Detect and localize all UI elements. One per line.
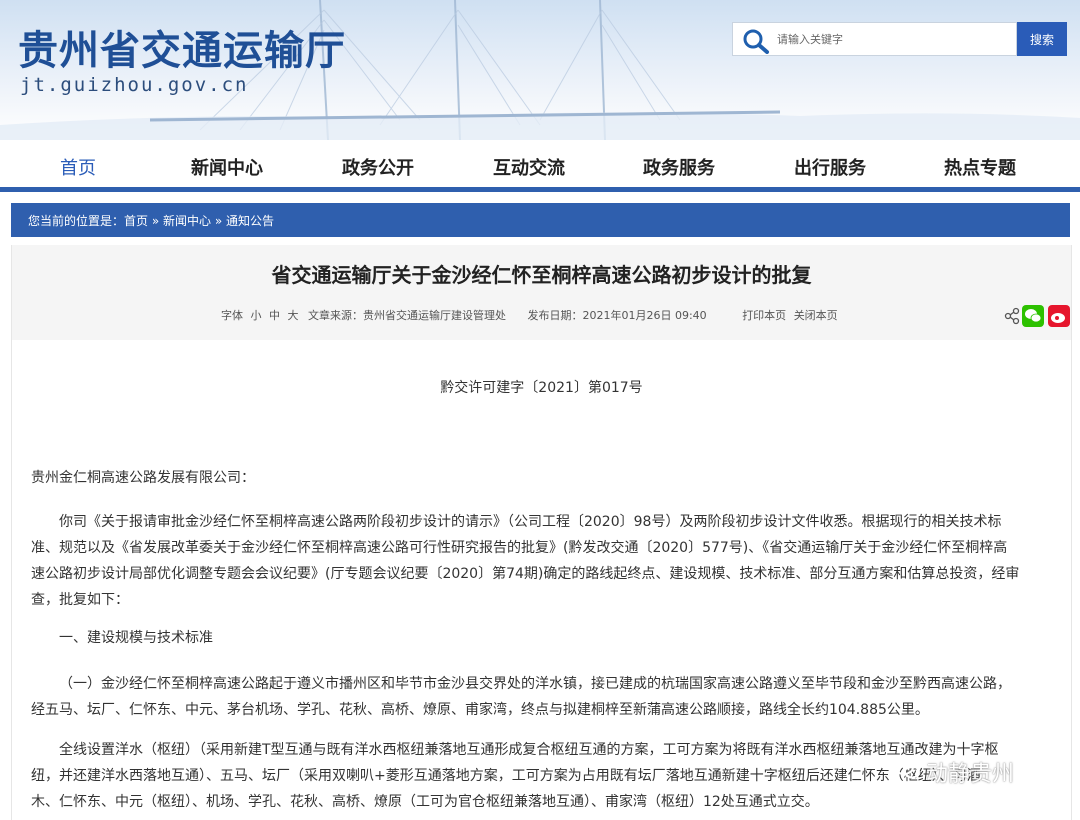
nav-item-home[interactable]: 首页 — [60, 154, 96, 180]
article-meta: 字体 小 中 大 文章来源：贵州省交通运输厅建设管理处 发布日期：2021年01… — [221, 307, 838, 323]
site-header: 贵州省交通运输厅 jt.guizhou.gov.cn — [0, 0, 1080, 140]
nav-item-services[interactable]: 政务服务 — [643, 154, 715, 180]
site-url: jt.guizhou.gov.cn — [20, 74, 249, 96]
close-link[interactable]: 关闭本页 — [794, 309, 838, 322]
recipient: 贵州金仁桐高速公路发展有限公司： — [31, 470, 255, 486]
paragraph-3-line: 木、仁怀东、中元（枢纽）、机场、学孔、花秋、高桥、燎原（工可为官仓枢纽兼落地互通… — [31, 794, 819, 810]
share-icon[interactable] — [1004, 307, 1020, 325]
wechat-icon[interactable] — [1022, 305, 1044, 327]
print-link[interactable]: 打印本页 — [742, 309, 786, 322]
article-title: 省交通运输厅关于金沙经仁怀至桐梓高速公路初步设计的批复 — [271, 263, 812, 287]
weibo-icon[interactable] — [1048, 305, 1070, 327]
main-nav: 首页 新闻中心 政务公开 互动交流 政务服务 出行服务 热点专题 — [0, 140, 1080, 192]
breadcrumb-separator: » — [214, 214, 223, 228]
paragraph-1-line: 查，批复如下： — [31, 592, 129, 608]
search-box — [732, 22, 1017, 56]
nav-item-travel[interactable]: 出行服务 — [794, 154, 866, 180]
paragraph-2: （一）金沙经仁怀至桐梓高速公路起于遵义市播州区和毕节市金沙县交界处的洋水镇，接已… — [31, 671, 1061, 723]
nav-item-topics[interactable]: 热点专题 — [944, 154, 1016, 180]
breadcrumb-prefix: 您当前的位置是： — [28, 214, 125, 228]
breadcrumb-news[interactable]: 新闻中心 — [163, 214, 211, 228]
font-size-large[interactable]: 大 — [288, 309, 299, 322]
breadcrumb-notices[interactable]: 通知公告 — [226, 214, 274, 228]
breadcrumb-home[interactable]: 首页 — [124, 214, 148, 228]
article-header: 省交通运输厅关于金沙经仁怀至桐梓高速公路初步设计的批复 字体 小 中 大 文章来… — [12, 245, 1071, 340]
doc-number: 黔交许可建字〔2021〕第017号 — [440, 380, 643, 396]
font-size-medium[interactable]: 中 — [269, 309, 280, 322]
watermark-chat-icon — [894, 759, 920, 779]
section-heading: 一、建设规模与技术标准 — [59, 630, 213, 646]
font-size-small[interactable]: 小 — [251, 309, 262, 322]
site-title: 贵州省交通运输厅 — [18, 28, 346, 74]
nav-item-interaction[interactable]: 互动交流 — [493, 154, 565, 180]
share-icons — [1004, 305, 1070, 327]
paragraph-1: 你司《关于报请审批金沙经仁怀至桐梓高速公路两阶段初步设计的请示》（公司工程〔20… — [31, 509, 1061, 613]
nav-item-news[interactable]: 新闻中心 — [191, 154, 263, 180]
paragraph-2-line: （一）金沙经仁怀至桐梓高速公路起于遵义市播州区和毕节市金沙县交界处的洋水镇，接已… — [59, 676, 1011, 692]
article-source: 文章来源：贵州省交通运输厅建设管理处 — [308, 309, 506, 322]
breadcrumb: 您当前的位置是：首页 » 新闻中心 » 通知公告 — [28, 212, 274, 229]
breadcrumb-separator: » — [151, 214, 160, 228]
paragraph-1-line: 速公路初步设计局部优化调整专题会会议纪要》(厅专题会议纪要〔2020〕第74期)… — [31, 566, 1020, 582]
nav-divider — [0, 187, 1080, 192]
paragraph-1-line: 准、规范以及《省发展改革委关于金沙经仁怀至桐梓高速公路可行性研究报告的批复》(黔… — [31, 540, 1008, 556]
search-input[interactable] — [777, 29, 1007, 49]
paragraph-1-line: 你司《关于报请审批金沙经仁怀至桐梓高速公路两阶段初步设计的请示》（公司工程〔20… — [59, 514, 1002, 530]
search-icon[interactable] — [741, 28, 771, 54]
watermark: 动静贵州 — [926, 762, 1015, 787]
search-button[interactable]: 搜索 — [1017, 22, 1067, 56]
font-size-label: 字体 — [221, 309, 243, 322]
breadcrumb-bar: 您当前的位置是：首页 » 新闻中心 » 通知公告 — [11, 203, 1070, 237]
paragraph-2-line: 经五马、坛厂、仁怀东、中元、茅台机场、学孔、花秋、高桥、燎原、甫家湾，终点与拟建… — [31, 702, 929, 718]
article-date: 发布日期：2021年01月26日 09:40 — [527, 309, 707, 322]
article: 省交通运输厅关于金沙经仁怀至桐梓高速公路初步设计的批复 字体 小 中 大 文章来… — [11, 245, 1072, 820]
nav-item-public-affairs[interactable]: 政务公开 — [342, 154, 414, 180]
